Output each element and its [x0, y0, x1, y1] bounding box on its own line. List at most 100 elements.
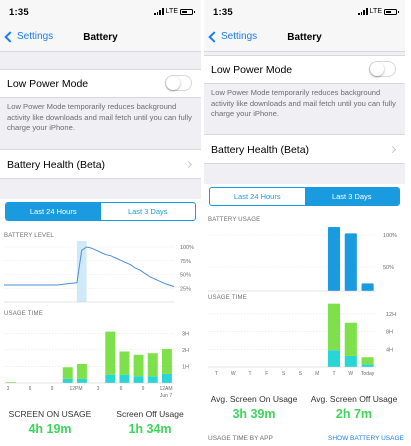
toggle-knob: [370, 62, 384, 76]
bar-screen-off: [105, 374, 116, 383]
carrier-label: LTE: [165, 8, 178, 15]
y-tick-label: 25%: [180, 286, 191, 292]
toggle-knob: [166, 76, 180, 90]
low-power-mode-toggle[interactable]: [165, 75, 192, 91]
chevron-right-icon: [388, 145, 397, 154]
segment-last-24-hours[interactable]: Last 24 Hours: [6, 203, 101, 220]
x-tick-label: T: [248, 371, 251, 377]
low-power-mode-label: Low Power Mode: [7, 78, 89, 90]
x-tick-label: 12PM: [69, 386, 82, 392]
x-tick-label: 6: [29, 386, 32, 392]
bar-screen-off: [344, 355, 357, 367]
status-time: 1:35: [213, 7, 233, 18]
low-power-mode-row: Low Power Mode: [0, 69, 201, 98]
bar-screen-off: [119, 374, 130, 383]
low-power-mode-label: Low Power Mode: [211, 64, 293, 76]
battery-health-row[interactable]: Battery Health (Beta): [204, 134, 405, 164]
x-tick-label: 12AM: [159, 386, 172, 392]
battery-icon: [384, 8, 399, 15]
battery-health-label: Battery Health (Beta): [211, 144, 310, 156]
bar-screen-off: [76, 378, 87, 383]
low-power-mode-toggle[interactable]: [369, 61, 396, 77]
y-tick-label: 75%: [180, 259, 191, 265]
bar-screen-on: [76, 363, 87, 379]
bar-screen-on: [119, 351, 130, 375]
battery-level-line: [4, 246, 175, 288]
show-battery-usage-link[interactable]: SHOW BATTERY USAGE: [328, 435, 404, 442]
chevron-right-icon: [184, 160, 193, 169]
page-title: Battery: [83, 32, 118, 43]
bar-screen-on: [147, 353, 158, 377]
x-tick-label: Today: [361, 371, 375, 377]
status-bar: 1:35 LTE: [0, 0, 201, 24]
avg-screen-on-value: 3h 39m: [232, 407, 276, 421]
bar-screen-on: [361, 357, 374, 365]
bar-screen-on: [133, 354, 144, 377]
y-tick-label: 50%: [383, 265, 394, 271]
bar-screen-off: [361, 364, 374, 367]
bar-screen-on: [327, 303, 341, 351]
battery-level-chart: 100% 75% 50% 25%: [4, 241, 194, 303]
date-label: Jun 7: [160, 393, 172, 399]
x-tick-label: 3: [97, 386, 100, 392]
y-tick-label: 8H: [386, 330, 393, 336]
screen-off-usage-label: Screen Off Usage: [116, 409, 184, 419]
carrier-label: LTE: [369, 8, 382, 15]
usage-summary: Avg. Screen On Usage 3h 39m Avg. Screen …: [204, 388, 405, 446]
x-tick-label: T: [332, 371, 335, 377]
x-tick-label: M: [315, 371, 319, 377]
time-range-segmented-control: Last 24 Hours Last 3 Days: [209, 187, 400, 206]
status-indicators: LTE: [358, 8, 399, 15]
x-tick-label: W: [348, 371, 353, 377]
screen-off-usage-value: 1h 34m: [128, 422, 172, 436]
y-tick-label: 100%: [383, 233, 397, 239]
x-tick-label: 3: [7, 386, 10, 392]
bar-screen-off: [147, 376, 158, 383]
x-tick-label: T: [215, 371, 218, 377]
segment-last-3-days[interactable]: Last 3 Days: [101, 203, 196, 220]
segment-last-3-days[interactable]: Last 3 Days: [304, 188, 399, 205]
time-range-segmented-control: Last 24 Hours Last 3 Days: [5, 202, 196, 221]
x-tick-label: S: [299, 371, 303, 377]
x-tick-label: 6: [120, 386, 123, 392]
bar-screen-on: [161, 349, 172, 374]
usage-by-app-label: USAGE TIME BY APP: [208, 435, 273, 442]
y-tick-label: 100%: [180, 245, 194, 251]
y-tick-label: 2H: [182, 348, 189, 354]
battery-usage-chart: 100% 50%: [208, 227, 397, 292]
bar-screen-on: [105, 331, 116, 375]
right-screenshot: 1:35 LTE Settings Battery Low Power Mode…: [204, 0, 405, 446]
status-indicators: LTE: [154, 8, 195, 15]
bar-battery-usage: [327, 227, 341, 291]
bar-screen-on: [62, 367, 73, 379]
y-tick-label: 12H: [386, 312, 396, 318]
navigation-bar: Settings Battery: [204, 24, 405, 52]
battery-icon: [180, 8, 195, 15]
battery-health-row[interactable]: Battery Health (Beta): [0, 149, 201, 179]
segment-last-24-hours[interactable]: Last 24 Hours: [210, 188, 305, 205]
x-tick-label: F: [265, 371, 268, 377]
x-tick-label: W: [231, 371, 236, 377]
signal-icon: [358, 8, 368, 15]
usage-summary: SCREEN ON USAGE 4h 19m Screen Off Usage …: [0, 404, 201, 446]
y-tick-label: 3H: [182, 331, 189, 337]
low-power-mode-row: Low Power Mode: [204, 55, 405, 84]
low-power-footnote: Low Power Mode temporarily reduces backg…: [7, 102, 192, 132]
bar-battery-usage: [361, 283, 374, 291]
x-tick-label: S: [282, 371, 286, 377]
page-title: Battery: [287, 32, 322, 43]
status-time: 1:35: [9, 7, 29, 18]
usage-time-chart: 3H 2H 1H 3 6 9 12PM 3 6 9 12AMJun 7: [4, 331, 189, 399]
screen-on-usage-label: SCREEN ON USAGE: [8, 409, 92, 419]
y-tick-label: 50%: [180, 273, 191, 279]
low-power-footnote: Low Power Mode temporarily reduces backg…: [211, 88, 396, 118]
x-tick-label: 9: [142, 386, 145, 392]
bar-screen-off: [62, 378, 73, 383]
y-tick-label: 1H: [182, 364, 189, 370]
bar-screen-on: [344, 322, 357, 356]
screen-on-usage-value: 4h 19m: [28, 422, 72, 436]
y-tick-label: 4H: [386, 347, 393, 353]
avg-screen-off-label: Avg. Screen Off Usage: [310, 394, 398, 404]
left-screenshot: 1:35 LTE Settings Battery Low Power Mode…: [0, 0, 201, 446]
usage-time-chart: 12H 8H 4H T W T F S S M T W Today: [208, 303, 396, 377]
